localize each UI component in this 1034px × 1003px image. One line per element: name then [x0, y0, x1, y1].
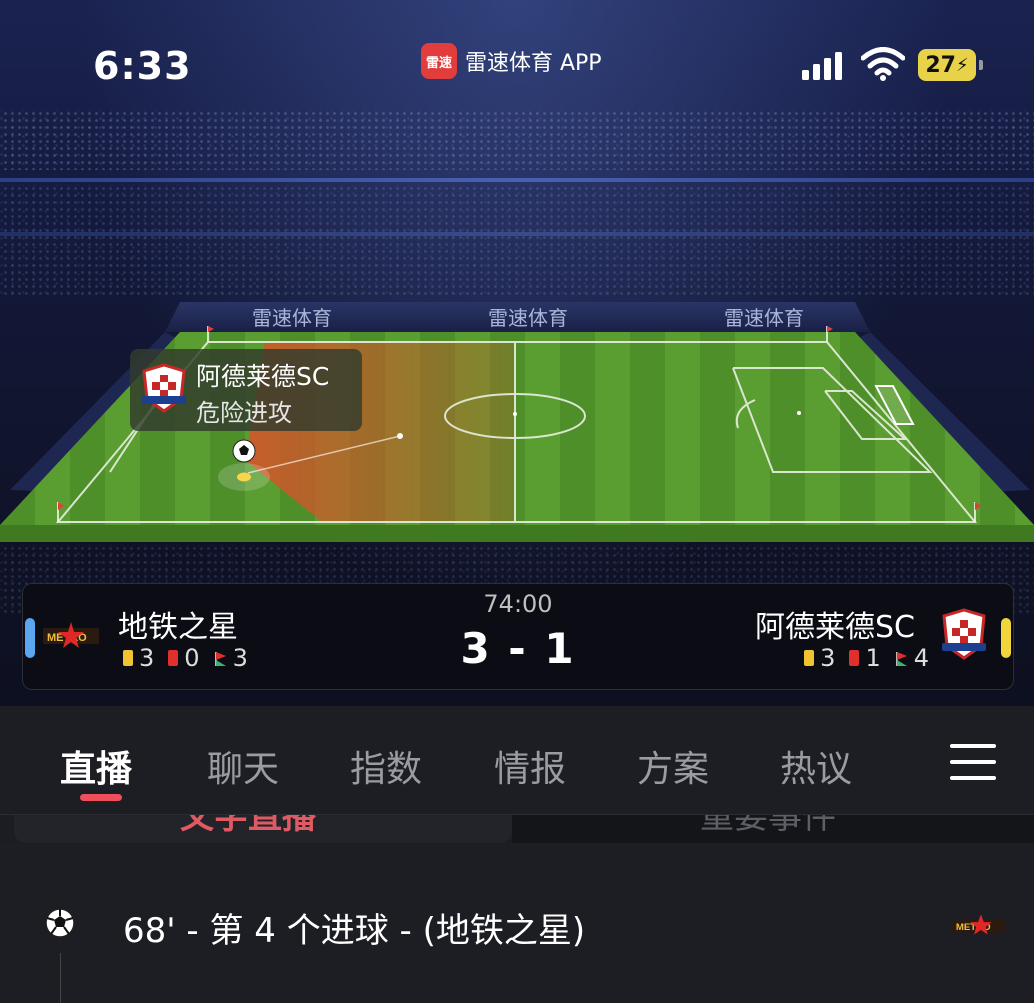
pitch-edge	[0, 525, 1034, 542]
charging-icon: ⚡	[955, 54, 969, 76]
away-red-cards: 1	[865, 644, 881, 672]
stadium-tier-line	[0, 232, 1034, 236]
away-corners: 4	[913, 644, 929, 672]
timeline-line	[60, 953, 61, 1003]
app-logo-icon: 雷速	[421, 43, 457, 79]
tab-intel[interactable]: 情报	[494, 740, 566, 792]
stadium-crowd-middle	[0, 185, 1034, 295]
clock: 6:33	[93, 44, 192, 88]
away-stats: 3 1 4	[804, 644, 929, 672]
app-badge: 雷速 雷速体育 APP	[421, 43, 602, 79]
subtab-text-live[interactable]: 文字直播	[180, 815, 316, 838]
center-spot	[513, 412, 517, 416]
app-name: 雷速体育 APP	[465, 51, 602, 76]
tab-chat[interactable]: 聊天	[207, 740, 279, 792]
feed-event-text: 68' - 第 4 个进球 - (地铁之星)	[123, 911, 586, 951]
penalty-spot	[797, 411, 801, 415]
scoreboard: METRO 地铁之星 3 0 3 74:00 3 - 1 阿德莱德SC 3 1 …	[22, 583, 1014, 690]
cellular-signal-icon	[802, 52, 842, 80]
adelaide-crest-icon	[142, 363, 186, 413]
ball-target-dot	[397, 433, 403, 439]
battery-level: 27	[925, 52, 956, 78]
metrostars-logo-icon: METRO	[952, 914, 1006, 935]
menu-icon[interactable]	[950, 744, 996, 782]
tab-discussion[interactable]: 热议	[780, 740, 852, 792]
status-bar: 6:33 雷速 雷速体育 APP 27 ⚡	[0, 0, 1034, 120]
soccer-ball-icon	[232, 439, 256, 463]
tab-odds[interactable]: 指数	[350, 740, 422, 792]
adelaide-crest-icon	[942, 608, 986, 660]
tab-live[interactable]: 直播	[60, 740, 132, 792]
live-event-card: 阿德莱德SC 危险进攻	[130, 349, 362, 431]
subtab-key-events[interactable]: 重要事件	[700, 815, 836, 838]
event-team-name: 阿德莱德SC	[196, 362, 330, 391]
soccer-ball-icon	[45, 908, 75, 938]
ad-board-label: 雷速体育	[724, 307, 804, 330]
ball-marker	[237, 472, 251, 482]
tab-plans[interactable]: 方案	[637, 740, 709, 792]
ad-board-label: 雷速体育	[252, 307, 332, 330]
live-subtab-bar: 文字直播 重要事件	[0, 815, 1034, 843]
battery-indicator: 27 ⚡	[918, 49, 983, 81]
corner-flag-icon	[895, 652, 907, 666]
ad-board-label: 雷速体育	[488, 307, 568, 330]
wifi-icon	[861, 47, 905, 81]
live-event-feed: 68' - 第 4 个进球 - (地铁之星) METRO	[0, 843, 1034, 1003]
red-card-icon	[849, 650, 860, 666]
away-color-bar	[1001, 618, 1011, 658]
away-yellow-cards: 3	[820, 644, 836, 672]
away-team-name: 阿德莱德SC	[755, 610, 915, 645]
stadium-tier-line	[0, 178, 1034, 182]
match-tab-bar: 直播 聊天 指数 情报 方案 热议	[0, 706, 1034, 815]
stadium-animation-view: 6:33 雷速 雷速体育 APP 27 ⚡ 雷速体育 雷速体育 雷速体育 阿德莱…	[0, 0, 1034, 706]
yellow-card-icon	[804, 650, 815, 666]
event-type: 危险进攻	[196, 399, 292, 427]
active-tab-indicator	[80, 794, 122, 801]
